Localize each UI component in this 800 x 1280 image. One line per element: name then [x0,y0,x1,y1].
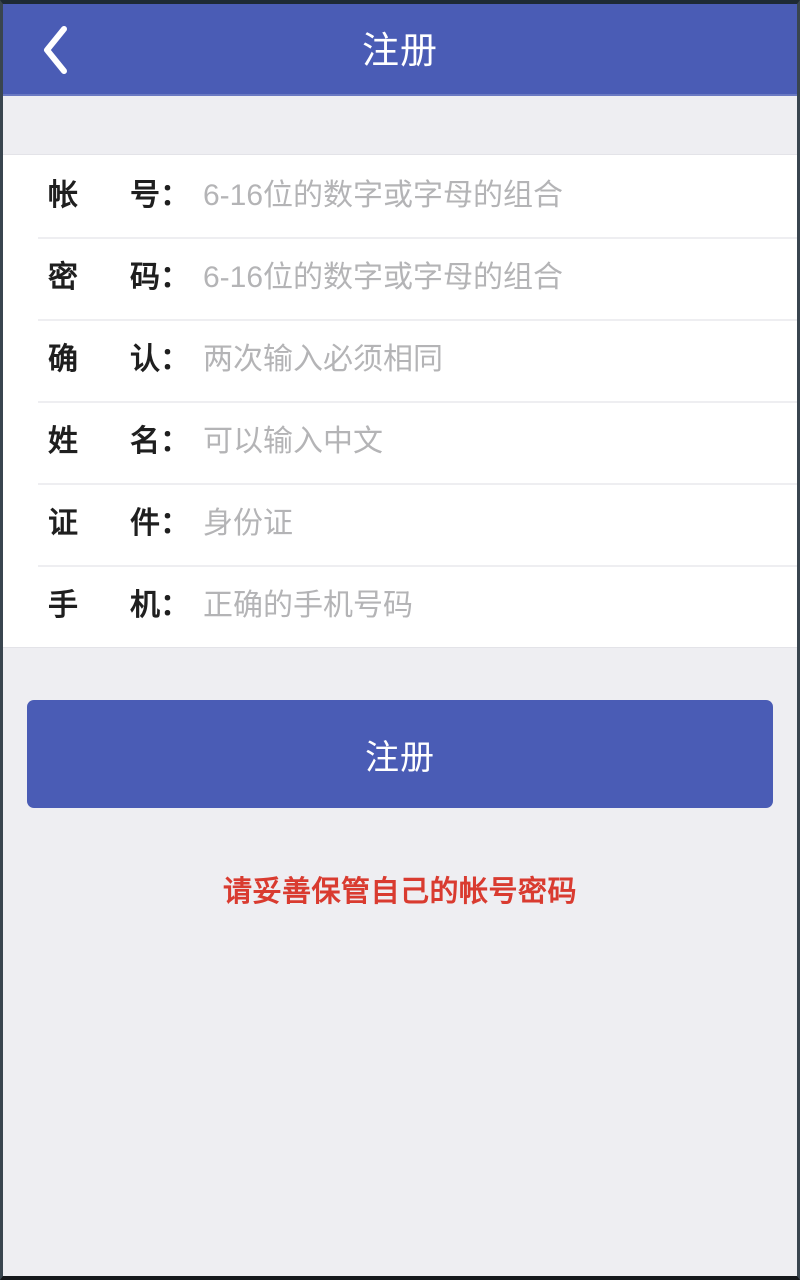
back-button[interactable] [3,4,107,96]
field-label-mobile: 手机： [48,589,190,622]
form-row-account[interactable]: 帐号： [3,155,797,237]
field-label-realname: 姓名： [48,425,190,458]
id-document-input[interactable] [203,507,797,541]
form-row-confirm[interactable]: 确认： [3,319,797,401]
register-submit-button[interactable]: 注册 [27,700,773,808]
form-row-id-document[interactable]: 证件： [3,483,797,565]
field-label-account: 帐号： [48,179,190,212]
header-card-spacer [3,96,797,154]
mobile-input[interactable] [203,589,797,623]
account-input[interactable] [203,179,797,213]
confirm-password-input[interactable] [203,343,797,377]
field-label-id-document: 证件： [48,507,190,540]
page-title: 注册 [362,29,438,71]
form-row-mobile[interactable]: 手机： [3,565,797,647]
form-row-realname[interactable]: 姓名： [3,401,797,483]
field-label-confirm: 确认： [48,343,190,376]
submit-button-container: 注册 [3,700,797,808]
app-header: 注册 [3,4,797,96]
security-notice-text: 请妥善保管自己的帐号密码 [222,876,577,908]
password-input[interactable] [203,261,797,295]
card-button-spacer [3,648,797,700]
chevron-left-icon [38,23,72,77]
registration-form: 帐号： 密码： 确认： 姓名： 证件： 手机： [3,154,797,648]
field-label-password: 密码： [48,261,190,294]
page-filler [3,907,797,1276]
form-row-password[interactable]: 密码： [3,237,797,319]
realname-input[interactable] [203,425,797,459]
app-screen: 注册 帐号： 密码： 确认： 姓名： 证件： 手机： [0,0,800,1280]
